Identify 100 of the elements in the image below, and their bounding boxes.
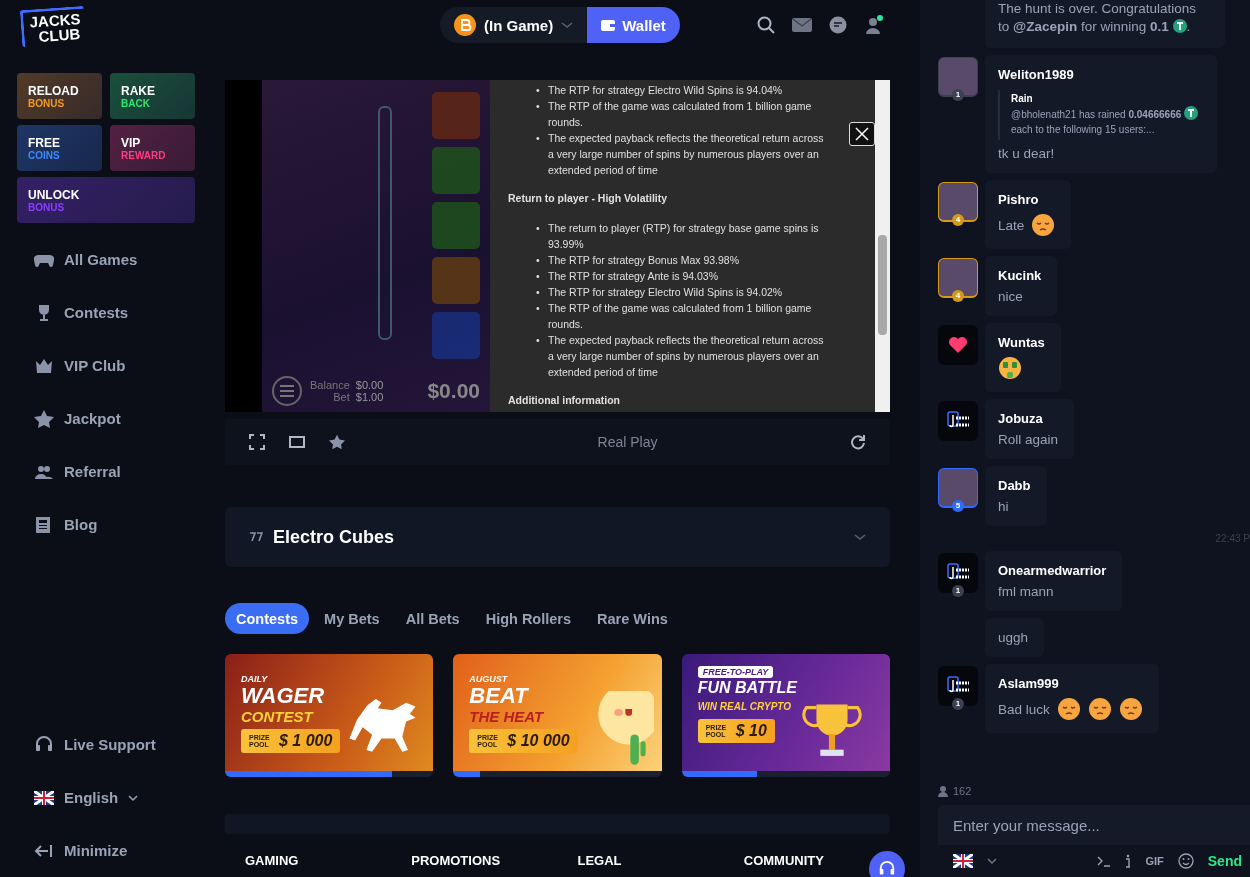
nav-item[interactable]: Referral <box>17 445 195 498</box>
promo-title: RELOAD <box>28 83 80 98</box>
language-item[interactable]: English <box>17 771 195 824</box>
avatar-photo-placeholder[interactable] <box>938 258 978 298</box>
tab[interactable]: High Rollers <box>474 603 583 634</box>
username[interactable]: Kucink <box>998 268 1042 283</box>
nav-item[interactable]: VIP Club <box>17 339 195 392</box>
bullet-mark: • <box>536 83 541 98</box>
tab[interactable]: My Bets <box>313 603 391 634</box>
promo-subtitle: REWARD <box>121 149 167 161</box>
logo-avatar[interactable] <box>938 666 978 706</box>
uk-flag-icon[interactable] <box>953 854 973 868</box>
promo-subtitle: BONUS <box>28 201 66 213</box>
wallet-button[interactable]: Wallet <box>587 7 680 43</box>
bet-label: Bet <box>332 391 350 403</box>
site-logo[interactable]: JACKS CLUB <box>19 5 87 48</box>
username[interactable]: Pishro <box>998 192 1056 207</box>
bullet-mark: • <box>536 221 541 236</box>
system-message: The hunt is over. Congratulations to @Zacepin for winning 0.1 . <box>998 0 1198 36</box>
message-text: nice <box>998 289 1023 304</box>
close-icon <box>855 127 869 141</box>
nav-item[interactable]: All Games <box>17 233 195 286</box>
tab[interactable]: Contests <box>225 603 310 634</box>
footer-heading: LEGAL <box>576 853 623 868</box>
uk-flag-icon <box>34 790 54 805</box>
balance-value: $0.00 <box>355 379 384 391</box>
user-icon <box>938 785 948 797</box>
contest-tag: FREE-TO-PLAY <box>697 666 774 678</box>
chat-bubble-icon[interactable] <box>829 16 847 34</box>
info-bullet: The RTP for strategy Electro Wild Spins is 94.04% <box>548 83 783 98</box>
headset-icon <box>878 860 896 877</box>
gif-button[interactable]: GIF <box>1145 855 1164 867</box>
username[interactable]: Dabb <box>998 478 1031 493</box>
logo-avatar[interactable] <box>938 401 978 441</box>
bullet-mark: • <box>536 253 541 268</box>
fullscreen-icon[interactable] <box>249 434 265 450</box>
promo-card[interactable]: RELOAD BONUS <box>17 73 102 119</box>
nav-item[interactable]: Contests <box>17 286 195 339</box>
footer-heading: PROMOTIONS <box>410 853 502 868</box>
refresh-icon[interactable] <box>850 434 866 450</box>
info-bullet: The expected payback reflects the theoretical return across a very large number of spins by numerous players over an extended period of time <box>548 333 825 380</box>
bet-value: $1.00 <box>355 391 384 403</box>
bullet-mark: • <box>536 301 541 316</box>
promo-card[interactable]: FREE COINS <box>17 125 102 171</box>
headset-icon <box>34 735 54 754</box>
wallet-icon <box>601 19 616 31</box>
search-icon[interactable] <box>757 16 775 34</box>
smiley-icon[interactable] <box>1177 853 1194 869</box>
username[interactable]: Wuntas <box>998 335 1045 350</box>
balance-dropdown[interactable]: (In Game) <box>440 7 588 43</box>
info-icon[interactable] <box>1125 854 1132 868</box>
bitcoin-icon <box>454 14 476 36</box>
tab[interactable]: Rare Wins <box>586 603 679 634</box>
promo-subtitle: COINS <box>28 149 61 161</box>
bullet-mark: • <box>536 269 541 284</box>
contest-title: FUN BATTLE <box>697 678 797 698</box>
promo-card[interactable]: UNLOCK BONUS <box>17 177 195 223</box>
nav-item[interactable]: Blog <box>17 498 195 551</box>
logo-avatar[interactable] <box>938 553 978 593</box>
sad-face-emoji-icon <box>1118 697 1143 721</box>
promo-card[interactable]: RAKE BACK <box>110 73 195 119</box>
sad-face-emoji-icon <box>1031 213 1056 237</box>
username[interactable]: Weliton1989 <box>998 67 1201 82</box>
prize-amount: $ 10 000 <box>507 732 570 750</box>
message-input[interactable]: Enter your message... <box>938 805 1250 845</box>
promo-card[interactable]: VIP REWARD <box>110 125 195 171</box>
support-chat-button[interactable] <box>869 851 905 877</box>
info-bullet: The RTP for strategy Electro Wild Spins is 94.02% <box>548 285 783 300</box>
chevron-down-icon <box>854 533 866 541</box>
promo-title: VIP <box>121 135 142 150</box>
contest-subtitle: THE HEAT <box>469 708 544 725</box>
online-count: 162 <box>953 785 972 797</box>
chevron-down-icon <box>561 21 574 29</box>
contest-title: BEAT <box>469 684 528 708</box>
play-mode-label: Real Play <box>596 434 658 450</box>
chevron-down-icon[interactable] <box>987 857 997 865</box>
send-button[interactable]: Send <box>1207 853 1242 869</box>
quote-title: Rain <box>1011 93 1034 104</box>
close-button[interactable] <box>849 122 875 146</box>
avatar-photo-placeholder[interactable] <box>938 182 978 222</box>
support-item[interactable]: Live Support <box>17 718 195 771</box>
nav-item[interactable]: Jackpot <box>17 392 195 445</box>
message-text: uggh <box>998 630 1029 645</box>
game-title-bar[interactable]: Electro Cubes <box>225 507 890 567</box>
command-prompt-icon[interactable] <box>1097 855 1112 867</box>
sad-face-emoji-icon <box>1087 697 1112 721</box>
message-text: hi <box>998 499 1009 514</box>
theater-mode-icon[interactable] <box>289 436 305 448</box>
username[interactable]: Onearmedwarrior <box>998 563 1107 578</box>
tab[interactable]: All Bets <box>394 603 471 634</box>
contest-tag: AUGUST <box>469 674 508 684</box>
minimize-item[interactable]: Minimize <box>17 824 195 877</box>
star-icon[interactable] <box>329 434 345 450</box>
username[interactable]: Jobuza <box>998 411 1059 426</box>
username[interactable]: Aslam999 <box>998 676 1143 691</box>
heart-avatar[interactable] <box>938 325 978 365</box>
message-text: Roll again <box>998 432 1059 447</box>
promo-title: UNLOCK <box>28 187 81 202</box>
user-icon[interactable] <box>864 15 884 35</box>
menu-icon[interactable] <box>272 376 302 406</box>
